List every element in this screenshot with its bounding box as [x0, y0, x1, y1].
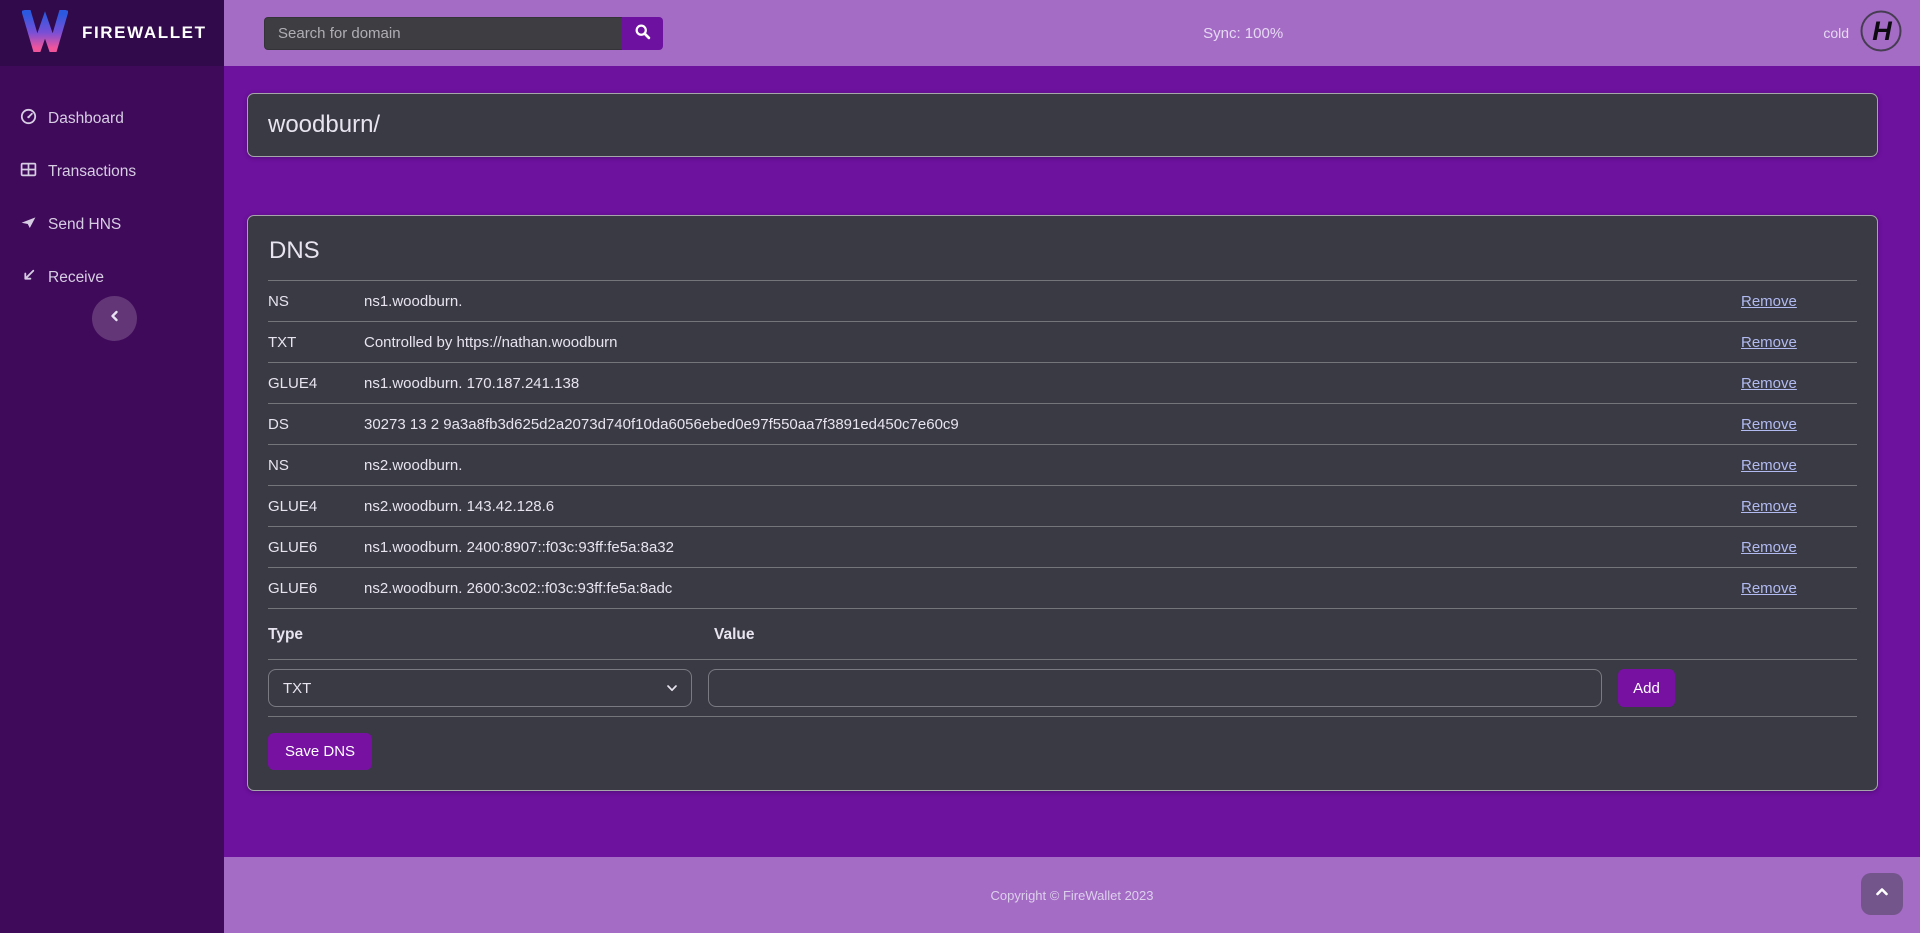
record-type: GLUE6: [268, 580, 364, 597]
record-value: Controlled by https://nathan.woodburn: [364, 334, 1741, 351]
type-header: Type: [268, 626, 714, 644]
sidebar-nav: Dashboard Transactions Send HNS Receive: [0, 66, 224, 304]
search-icon: [634, 23, 651, 43]
brand-name: FIREWALLET: [82, 23, 207, 43]
record-type: GLUE4: [268, 498, 364, 515]
record-value: ns1.woodburn. 170.187.241.138: [364, 375, 1741, 392]
search-button[interactable]: [622, 17, 663, 50]
handshake-icon[interactable]: H: [1860, 10, 1902, 57]
record-value: ns2.woodburn. 143.42.128.6: [364, 498, 1741, 515]
table-row: GLUE6 ns2.woodburn. 2600:3c02::f03c:93ff…: [268, 568, 1857, 609]
chevron-left-icon: [108, 309, 122, 328]
domain-title-card: woodburn/: [247, 93, 1878, 157]
table-row: NS ns2.woodburn. Remove: [268, 445, 1857, 486]
remove-link[interactable]: Remove: [1741, 457, 1857, 474]
record-type: TXT: [268, 334, 364, 351]
sidebar-item-transactions[interactable]: Transactions: [20, 145, 224, 198]
dns-records-table: NS ns1.woodburn. Remove TXT Controlled b…: [268, 281, 1857, 609]
remove-link[interactable]: Remove: [1741, 334, 1857, 351]
dns-section-title: DNS: [269, 237, 1857, 265]
wallet-name: cold: [1823, 25, 1849, 41]
tachometer-icon: [20, 108, 37, 130]
copyright-text: Copyright © FireWallet 2023: [991, 888, 1154, 903]
domain-search: [264, 17, 663, 50]
table-row: DS 30273 13 2 9a3a8fb3d625d2a2073d740f10…: [268, 404, 1857, 445]
dns-add-form: TXT Add: [268, 660, 1857, 717]
remove-link[interactable]: Remove: [1741, 375, 1857, 392]
remove-link[interactable]: Remove: [1741, 416, 1857, 433]
remove-link[interactable]: Remove: [1741, 293, 1857, 310]
footer: Copyright © FireWallet 2023: [224, 857, 1920, 933]
sidebar-collapse-button[interactable]: [92, 296, 137, 341]
scroll-to-top-button[interactable]: [1861, 873, 1903, 915]
table-row: GLUE4 ns1.woodburn. 170.187.241.138 Remo…: [268, 363, 1857, 404]
record-type: NS: [268, 293, 364, 310]
sidebar: FIREWALLET Dashboard Transactions Send H…: [0, 0, 224, 933]
table-row: GLUE4 ns2.woodburn. 143.42.128.6 Remove: [268, 486, 1857, 527]
record-value: ns1.woodburn.: [364, 293, 1741, 310]
remove-link[interactable]: Remove: [1741, 539, 1857, 556]
sidebar-item-send-hns[interactable]: Send HNS: [20, 198, 224, 251]
record-value: ns2.woodburn. 2600:3c02::f03c:93ff:fe5a:…: [364, 580, 1741, 597]
value-header: Value: [714, 626, 755, 644]
sidebar-item-label: Transactions: [48, 163, 136, 181]
main-content: woodburn/ DNS NS ns1.woodburn. Remove TX…: [224, 66, 1920, 857]
record-type-select[interactable]: TXT: [268, 669, 692, 707]
brand-header[interactable]: FIREWALLET: [0, 0, 224, 66]
record-value: ns1.woodburn. 2400:8907::f03c:93ff:fe5a:…: [364, 539, 1741, 556]
remove-link[interactable]: Remove: [1741, 580, 1857, 597]
record-value-input[interactable]: [708, 669, 1602, 707]
table-icon: [20, 161, 37, 183]
remove-link[interactable]: Remove: [1741, 498, 1857, 515]
chevron-up-icon: [1874, 884, 1890, 905]
sidebar-item-label: Dashboard: [48, 110, 124, 128]
domain-title: woodburn/: [268, 111, 380, 139]
dns-form-headers: Type Value: [268, 609, 1857, 660]
record-value: ns2.woodburn.: [364, 457, 1741, 474]
svg-text:H: H: [1872, 16, 1892, 46]
dns-card: DNS NS ns1.woodburn. Remove TXT Controll…: [247, 215, 1878, 791]
add-record-button[interactable]: Add: [1618, 669, 1675, 707]
save-dns-button[interactable]: Save DNS: [268, 733, 372, 770]
record-type: DS: [268, 416, 364, 433]
send-icon: [20, 214, 37, 236]
firewallet-logo: [22, 10, 68, 57]
table-row: TXT Controlled by https://nathan.woodbur…: [268, 322, 1857, 363]
record-value: 30273 13 2 9a3a8fb3d625d2a2073d740f10da6…: [364, 416, 1741, 433]
record-type: GLUE4: [268, 375, 364, 392]
record-type: GLUE6: [268, 539, 364, 556]
sidebar-item-dashboard[interactable]: Dashboard: [20, 92, 224, 145]
topbar: Sync: 100% cold H: [224, 0, 1920, 66]
table-row: GLUE6 ns1.woodburn. 2400:8907::f03c:93ff…: [268, 527, 1857, 568]
record-type-select-wrap: TXT: [268, 669, 692, 707]
record-type: NS: [268, 457, 364, 474]
sidebar-item-receive[interactable]: Receive: [20, 251, 224, 304]
sync-status: Sync: 100%: [663, 25, 1823, 42]
sidebar-item-label: Send HNS: [48, 216, 121, 234]
sidebar-item-label: Receive: [48, 269, 104, 287]
wallet-area[interactable]: cold H: [1823, 10, 1902, 57]
search-input[interactable]: [264, 17, 622, 50]
table-row: NS ns1.woodburn. Remove: [268, 281, 1857, 322]
receive-icon: [20, 267, 37, 289]
